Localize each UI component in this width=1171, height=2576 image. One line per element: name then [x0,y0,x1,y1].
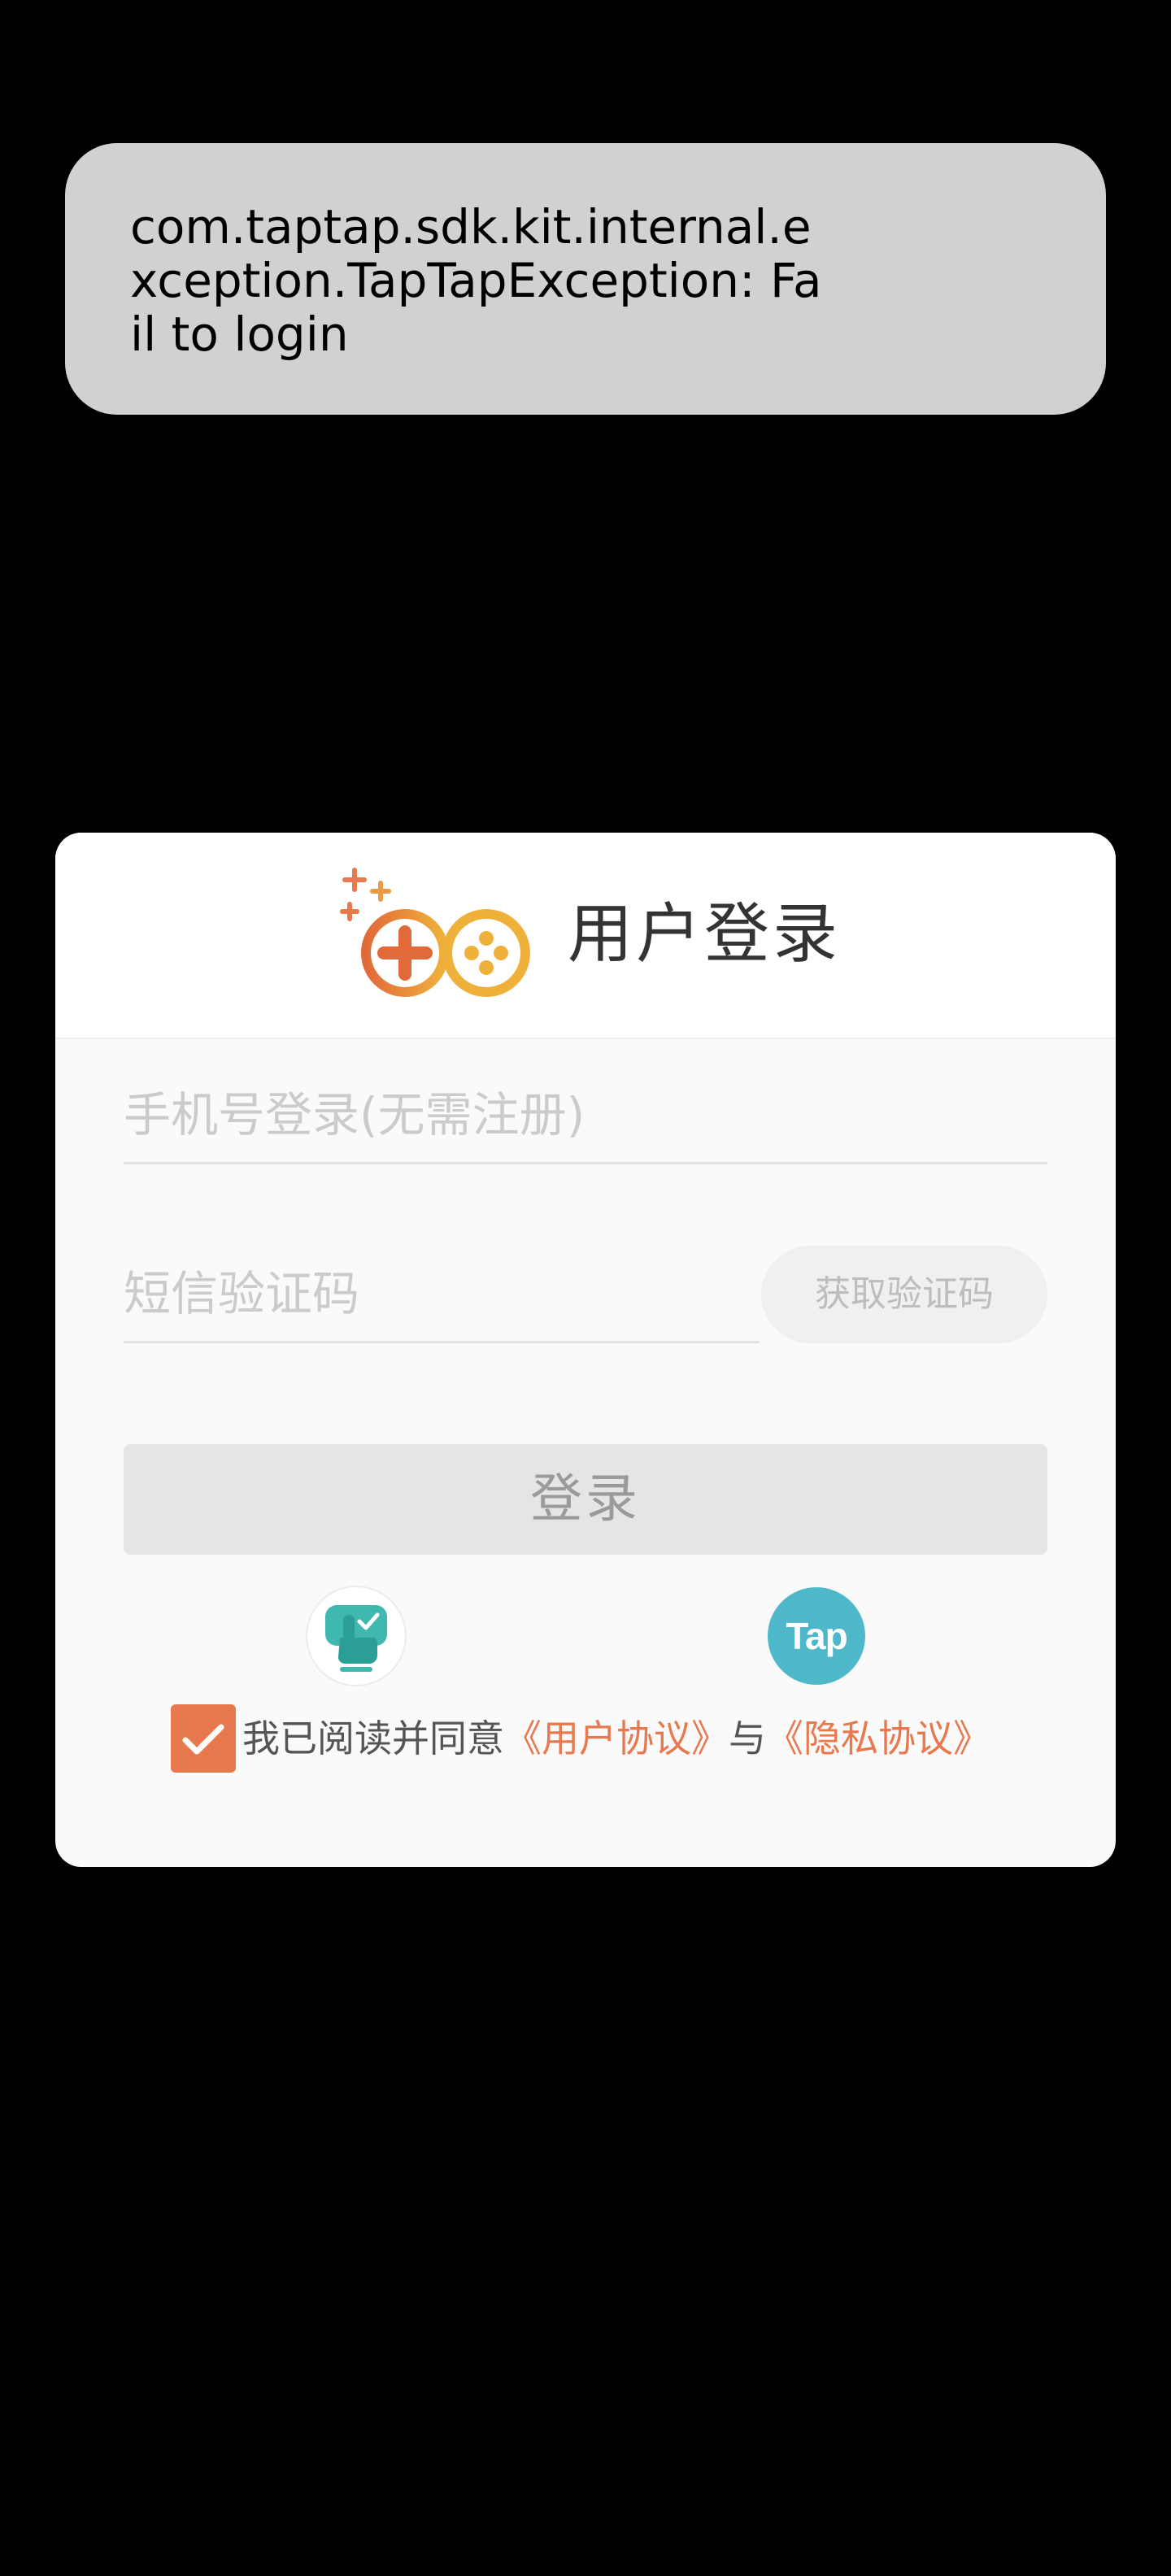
dialog-title: 用户登录 [568,896,841,972]
quick-login-hand-icon [325,1605,387,1672]
sms-code-field[interactable] [124,1246,760,1343]
privacy-policy-link[interactable]: 《隐私协议》 [766,1717,990,1760]
gamepad-logo-icon [340,868,530,997]
quick-login-button[interactable] [307,1587,405,1685]
check-icon [182,1724,224,1755]
agreement-prefix: 我已阅读并同意 [242,1717,504,1760]
login-dialog: 用户登录 获取验证码 登录 Tap 我已阅读并同意《用户协议》与《隐私协议》 [55,833,1116,1867]
sms-code-input[interactable] [124,1246,760,1341]
get-code-button[interactable]: 获取验证码 [761,1246,1047,1343]
phone-field[interactable] [124,1067,1047,1164]
error-toast: com.taptap.sdk.kit.internal.exception.Ta… [65,143,1106,415]
agreement-separator: 与 [729,1717,766,1760]
toast-message: com.taptap.sdk.kit.internal.exception.Ta… [130,199,822,362]
agreement-text: 我已阅读并同意《用户协议》与《隐私协议》 [242,1701,990,1776]
user-agreement-link[interactable]: 《用户协议》 [504,1717,729,1760]
taptap-login-button[interactable]: Tap [768,1587,865,1685]
phone-input[interactable] [124,1067,1047,1162]
agreement-checkbox[interactable] [171,1704,236,1773]
taptap-icon: Tap [786,1615,847,1657]
dialog-header: 用户登录 [55,833,1116,1039]
login-button[interactable]: 登录 [124,1444,1047,1555]
